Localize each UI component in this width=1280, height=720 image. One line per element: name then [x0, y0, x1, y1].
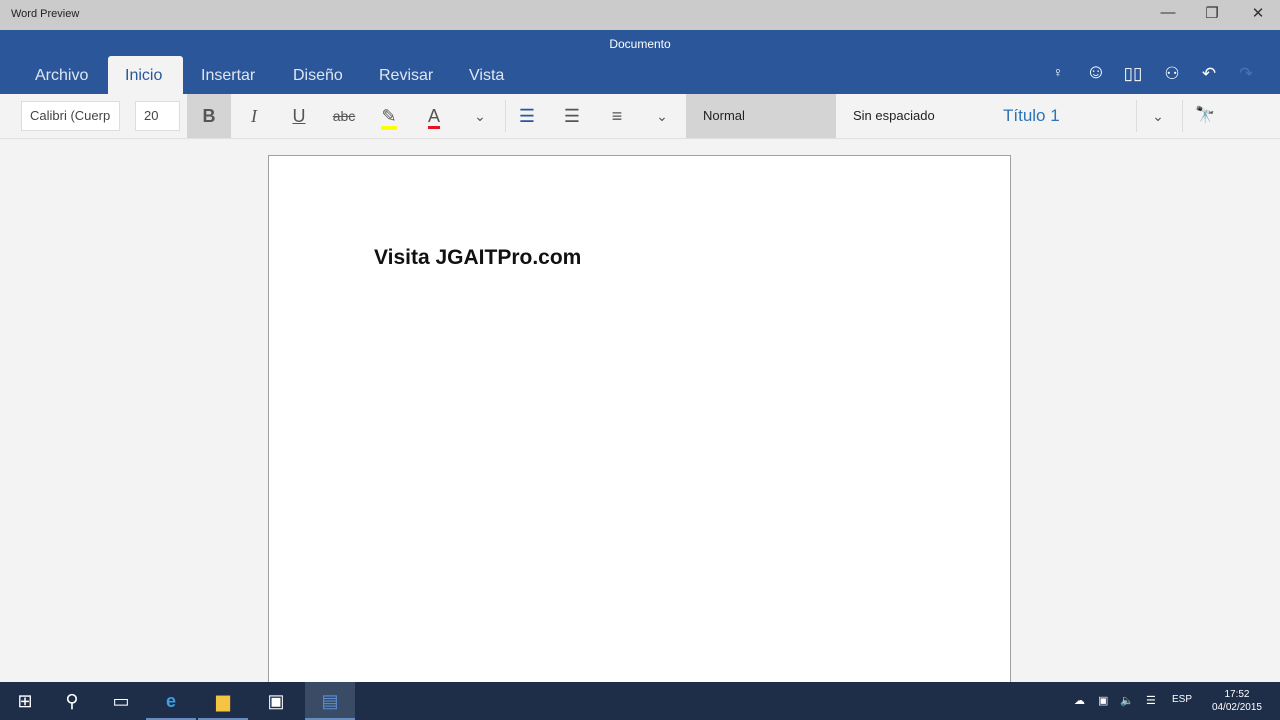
font-size-input[interactable]: 20: [135, 101, 180, 131]
document-text[interactable]: Visita JGAITPro.com: [374, 246, 581, 270]
volume-icon[interactable]: 🔈: [1120, 694, 1134, 707]
bullets-icon[interactable]: ☰: [505, 94, 549, 138]
title-bar: Word Preview — ❐ ✕: [0, 0, 1280, 30]
highlight-icon[interactable]: ✎: [367, 94, 411, 138]
clock[interactable]: 17:52 04/02/2015: [1212, 688, 1262, 714]
underline-button[interactable]: U: [277, 94, 321, 138]
tab-insertar[interactable]: Insertar: [184, 56, 272, 94]
search-icon[interactable]: ⚲: [47, 682, 97, 720]
style-titulo-1[interactable]: Título 1: [986, 94, 1136, 138]
notifications-icon[interactable]: ☰: [1146, 694, 1156, 707]
date: 04/02/2015: [1211, 702, 1262, 713]
restore-button[interactable]: ❐: [1192, 4, 1232, 26]
paragraph-chevron-icon[interactable]: ⌄: [640, 94, 684, 138]
tab-diseno[interactable]: Diseño: [276, 56, 360, 94]
tab-archivo[interactable]: Archivo: [18, 56, 105, 94]
internet-explorer-icon[interactable]: e: [146, 682, 196, 720]
share-icon[interactable]: ⚇: [1160, 64, 1184, 84]
start-icon[interactable]: ⊞: [0, 682, 50, 720]
font-color-icon[interactable]: A: [412, 94, 456, 138]
lightbulb-icon[interactable]: ♀: [1046, 64, 1070, 80]
undo-icon[interactable]: ↶: [1197, 64, 1221, 84]
strikethrough-button[interactable]: abc: [322, 94, 366, 138]
network-icon[interactable]: ▣: [1098, 694, 1108, 707]
tab-revisar[interactable]: Revisar: [362, 56, 450, 94]
styles-chevron-icon[interactable]: ⌄: [1136, 94, 1180, 138]
style-normal[interactable]: Normal: [686, 94, 836, 138]
smiley-icon[interactable]: ☺: [1084, 61, 1108, 84]
document-title: Documento: [609, 37, 671, 51]
document-page[interactable]: Visita JGAITPro.com: [268, 155, 1011, 685]
taskbar: ⊞ ⚲ ▭ e ▆ ▣ ▤ ☁ ▣ 🔈 ☰ ESP 17:52 04/02/20…: [0, 682, 1280, 720]
more-format-chevron-icon[interactable]: ⌄: [458, 94, 502, 138]
file-explorer-icon[interactable]: ▆: [198, 682, 248, 720]
font-name-input[interactable]: Calibri (Cuerp: [21, 101, 120, 131]
italic-button[interactable]: I: [232, 94, 276, 138]
close-button[interactable]: ✕: [1238, 4, 1278, 26]
minimize-button[interactable]: —: [1148, 4, 1188, 26]
toolbar: Calibri (Cuerp 20 B I U abc ✎ A ⌄ ☰ ☰ ≡ …: [0, 94, 1280, 139]
store-icon[interactable]: ▣: [251, 682, 301, 720]
style-sin-espaciado[interactable]: Sin espaciado: [836, 94, 986, 138]
find-binoculars-icon[interactable]: 🔭: [1183, 94, 1227, 138]
onedrive-icon[interactable]: ☁: [1074, 694, 1085, 707]
task-view-icon[interactable]: ▭: [96, 682, 146, 720]
tab-inicio[interactable]: Inicio: [108, 56, 183, 94]
book-icon[interactable]: ▯▯: [1121, 64, 1145, 84]
app-title: Word Preview: [11, 8, 80, 20]
align-left-icon[interactable]: ≡: [595, 94, 639, 138]
tab-vista[interactable]: Vista: [452, 56, 521, 94]
language-indicator[interactable]: ESP: [1172, 694, 1192, 705]
numbering-icon[interactable]: ☰: [550, 94, 594, 138]
bold-button[interactable]: B: [187, 94, 231, 138]
time: 17:52: [1224, 689, 1250, 700]
redo-icon[interactable]: ↷: [1234, 64, 1258, 84]
ribbon: Documento Archivo Inicio Insertar Diseño…: [0, 30, 1280, 94]
word-icon[interactable]: ▤: [305, 682, 355, 720]
